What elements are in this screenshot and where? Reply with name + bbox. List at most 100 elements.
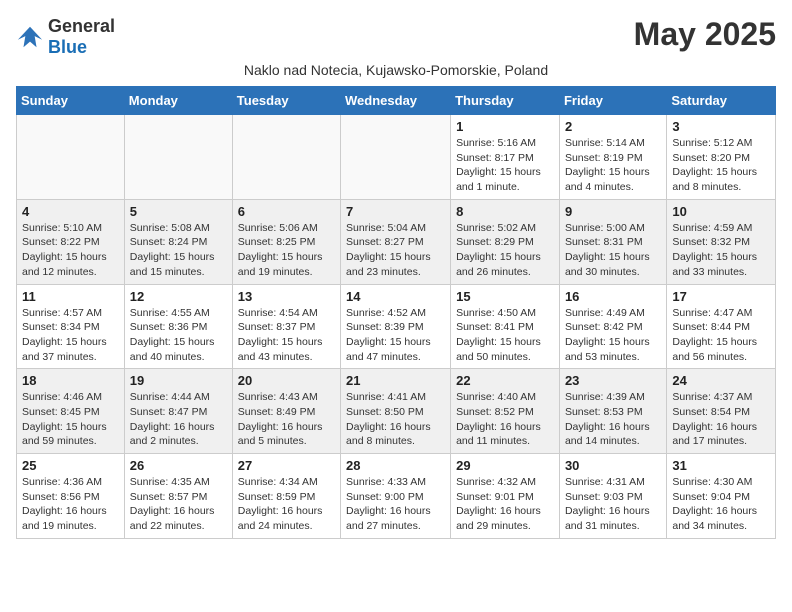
- calendar-day-cell: 12 Sunrise: 4:55 AM Sunset: 8:36 PM Dayli…: [124, 284, 232, 369]
- day-number: 20: [238, 373, 335, 388]
- day-number: 27: [238, 458, 335, 473]
- day-info: Sunrise: 5:04 AM Sunset: 8:27 PM Dayligh…: [346, 221, 445, 280]
- day-info: Sunrise: 4:43 AM Sunset: 8:49 PM Dayligh…: [238, 390, 335, 449]
- day-info: Sunrise: 4:31 AM Sunset: 9:03 PM Dayligh…: [565, 475, 661, 534]
- day-number: 31: [672, 458, 770, 473]
- day-info: Sunrise: 4:34 AM Sunset: 8:59 PM Dayligh…: [238, 475, 335, 534]
- day-info: Sunrise: 5:10 AM Sunset: 8:22 PM Dayligh…: [22, 221, 119, 280]
- day-info: Sunrise: 5:02 AM Sunset: 8:29 PM Dayligh…: [456, 221, 554, 280]
- calendar-day-cell: 16 Sunrise: 4:49 AM Sunset: 8:42 PM Dayli…: [559, 284, 666, 369]
- day-info: Sunrise: 4:55 AM Sunset: 8:36 PM Dayligh…: [130, 306, 227, 365]
- day-number: 18: [22, 373, 119, 388]
- day-number: 25: [22, 458, 119, 473]
- calendar-day-cell: 26 Sunrise: 4:35 AM Sunset: 8:57 PM Dayli…: [124, 454, 232, 539]
- day-number: 24: [672, 373, 770, 388]
- day-number: 30: [565, 458, 661, 473]
- month-title: May 2025: [634, 16, 776, 53]
- day-number: 15: [456, 289, 554, 304]
- day-info: Sunrise: 4:35 AM Sunset: 8:57 PM Dayligh…: [130, 475, 227, 534]
- day-info: Sunrise: 4:57 AM Sunset: 8:34 PM Dayligh…: [22, 306, 119, 365]
- calendar-day-cell: 2 Sunrise: 5:14 AM Sunset: 8:19 PM Daylig…: [559, 115, 666, 200]
- day-number: 9: [565, 204, 661, 219]
- calendar-day-cell: 15Sunrise: 4:50 AM Sunset: 8:41 PM Dayli…: [451, 284, 560, 369]
- calendar-day-cell: 13 Sunrise: 4:54 AM Sunset: 8:37 PM Dayli…: [232, 284, 340, 369]
- calendar-header-row: SundayMondayTuesdayWednesdayThursdayFrid…: [17, 87, 776, 115]
- calendar-week-row: 4 Sunrise: 5:10 AM Sunset: 8:22 PM Daylig…: [17, 199, 776, 284]
- day-number: 13: [238, 289, 335, 304]
- day-number: 14: [346, 289, 445, 304]
- calendar-day-cell: 6 Sunrise: 5:06 AM Sunset: 8:25 PM Daylig…: [232, 199, 340, 284]
- calendar-day-cell: [17, 115, 125, 200]
- day-number: 7: [346, 204, 445, 219]
- calendar-day-cell: 29 Sunrise: 4:32 AM Sunset: 9:01 PM Dayli…: [451, 454, 560, 539]
- day-number: 21: [346, 373, 445, 388]
- weekday-header-monday: Monday: [124, 87, 232, 115]
- logo-blue-text: Blue: [48, 37, 87, 57]
- day-info: Sunrise: 4:41 AM Sunset: 8:50 PM Dayligh…: [346, 390, 445, 449]
- calendar-day-cell: 30 Sunrise: 4:31 AM Sunset: 9:03 PM Dayli…: [559, 454, 666, 539]
- day-number: 26: [130, 458, 227, 473]
- weekday-header-sunday: Sunday: [17, 87, 125, 115]
- logo: General Blue: [16, 16, 115, 58]
- calendar-week-row: 1Sunrise: 5:16 AM Sunset: 8:17 PM Daylig…: [17, 115, 776, 200]
- day-info: Sunrise: 4:47 AM Sunset: 8:44 PM Dayligh…: [672, 306, 770, 365]
- calendar-day-cell: 21 Sunrise: 4:41 AM Sunset: 8:50 PM Dayli…: [341, 369, 451, 454]
- calendar-day-cell: 31 Sunrise: 4:30 AM Sunset: 9:04 PM Dayli…: [667, 454, 776, 539]
- day-number: 12: [130, 289, 227, 304]
- weekday-header-wednesday: Wednesday: [341, 87, 451, 115]
- day-number: 8: [456, 204, 554, 219]
- day-number: 11: [22, 289, 119, 304]
- day-number: 17: [672, 289, 770, 304]
- day-number: 6: [238, 204, 335, 219]
- day-number: 4: [22, 204, 119, 219]
- day-number: 16: [565, 289, 661, 304]
- calendar-day-cell: 25Sunrise: 4:36 AM Sunset: 8:56 PM Dayli…: [17, 454, 125, 539]
- day-info: Sunrise: 5:08 AM Sunset: 8:24 PM Dayligh…: [130, 221, 227, 280]
- day-info: Sunrise: 5:00 AM Sunset: 8:31 PM Dayligh…: [565, 221, 661, 280]
- day-info: Sunrise: 4:52 AM Sunset: 8:39 PM Dayligh…: [346, 306, 445, 365]
- calendar-day-cell: 10Sunrise: 4:59 AM Sunset: 8:32 PM Dayli…: [667, 199, 776, 284]
- calendar-day-cell: 23Sunrise: 4:39 AM Sunset: 8:53 PM Dayli…: [559, 369, 666, 454]
- calendar-day-cell: 22 Sunrise: 4:40 AM Sunset: 8:52 PM Dayli…: [451, 369, 560, 454]
- day-info: Sunrise: 4:40 AM Sunset: 8:52 PM Dayligh…: [456, 390, 554, 449]
- calendar-day-cell: 7 Sunrise: 5:04 AM Sunset: 8:27 PM Daylig…: [341, 199, 451, 284]
- calendar-day-cell: 3Sunrise: 5:12 AM Sunset: 8:20 PM Daylig…: [667, 115, 776, 200]
- calendar-day-cell: 28Sunrise: 4:33 AM Sunset: 9:00 PM Dayli…: [341, 454, 451, 539]
- day-info: Sunrise: 5:14 AM Sunset: 8:19 PM Dayligh…: [565, 136, 661, 195]
- day-number: 3: [672, 119, 770, 134]
- calendar-day-cell: 20 Sunrise: 4:43 AM Sunset: 8:49 PM Dayli…: [232, 369, 340, 454]
- calendar-day-cell: [124, 115, 232, 200]
- calendar-day-cell: 5 Sunrise: 5:08 AM Sunset: 8:24 PM Daylig…: [124, 199, 232, 284]
- page-header: General Blue May 2025: [16, 16, 776, 58]
- day-info: Sunrise: 4:54 AM Sunset: 8:37 PM Dayligh…: [238, 306, 335, 365]
- calendar-day-cell: 18 Sunrise: 4:46 AM Sunset: 8:45 PM Dayli…: [17, 369, 125, 454]
- calendar-week-row: 25Sunrise: 4:36 AM Sunset: 8:56 PM Dayli…: [17, 454, 776, 539]
- calendar-day-cell: [232, 115, 340, 200]
- logo-general-text: General: [48, 16, 115, 36]
- day-number: 22: [456, 373, 554, 388]
- weekday-header-saturday: Saturday: [667, 87, 776, 115]
- day-info: Sunrise: 4:32 AM Sunset: 9:01 PM Dayligh…: [456, 475, 554, 534]
- day-info: Sunrise: 4:37 AM Sunset: 8:54 PM Dayligh…: [672, 390, 770, 449]
- calendar-day-cell: 9 Sunrise: 5:00 AM Sunset: 8:31 PM Daylig…: [559, 199, 666, 284]
- calendar-week-row: 11 Sunrise: 4:57 AM Sunset: 8:34 PM Dayli…: [17, 284, 776, 369]
- weekday-header-tuesday: Tuesday: [232, 87, 340, 115]
- day-info: Sunrise: 4:44 AM Sunset: 8:47 PM Dayligh…: [130, 390, 227, 449]
- day-number: 29: [456, 458, 554, 473]
- title-block: May 2025: [634, 16, 776, 53]
- day-info: Sunrise: 4:30 AM Sunset: 9:04 PM Dayligh…: [672, 475, 770, 534]
- calendar-day-cell: [341, 115, 451, 200]
- calendar-day-cell: 4 Sunrise: 5:10 AM Sunset: 8:22 PM Daylig…: [17, 199, 125, 284]
- day-info: Sunrise: 5:06 AM Sunset: 8:25 PM Dayligh…: [238, 221, 335, 280]
- logo-icon: [16, 23, 44, 51]
- calendar-table: SundayMondayTuesdayWednesdayThursdayFrid…: [16, 86, 776, 539]
- day-info: Sunrise: 4:46 AM Sunset: 8:45 PM Dayligh…: [22, 390, 119, 449]
- calendar-day-cell: 11 Sunrise: 4:57 AM Sunset: 8:34 PM Dayli…: [17, 284, 125, 369]
- day-info: Sunrise: 4:39 AM Sunset: 8:53 PM Dayligh…: [565, 390, 661, 449]
- day-number: 28: [346, 458, 445, 473]
- calendar-day-cell: 14 Sunrise: 4:52 AM Sunset: 8:39 PM Dayli…: [341, 284, 451, 369]
- day-number: 5: [130, 204, 227, 219]
- day-number: 2: [565, 119, 661, 134]
- weekday-header-friday: Friday: [559, 87, 666, 115]
- day-info: Sunrise: 4:49 AM Sunset: 8:42 PM Dayligh…: [565, 306, 661, 365]
